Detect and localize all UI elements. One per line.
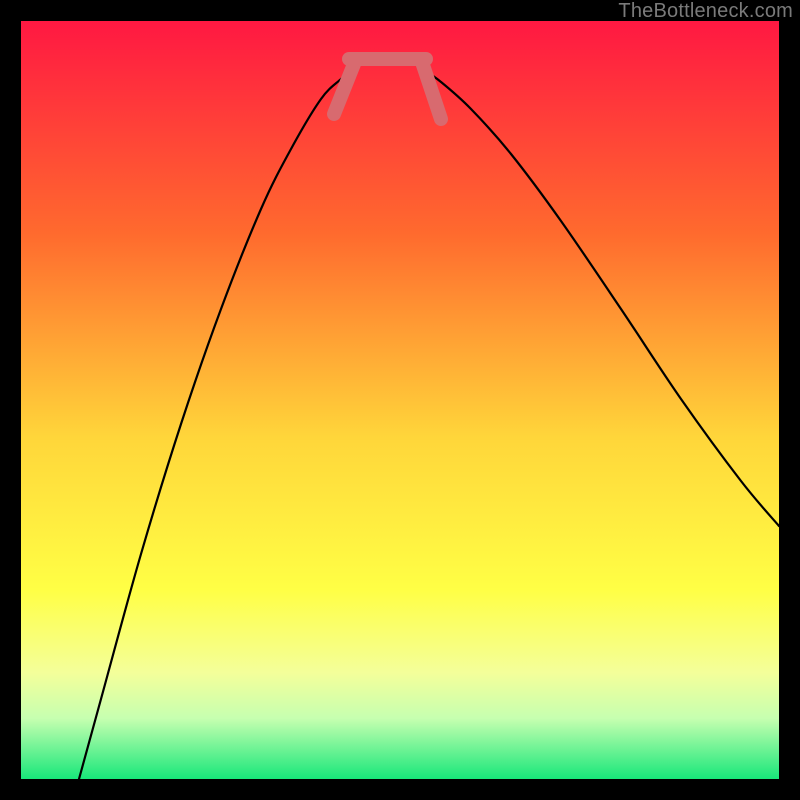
- chart-frame: TheBottleneck.com: [0, 0, 800, 800]
- watermark-text: TheBottleneck.com: [618, 0, 793, 23]
- plot-area: [21, 21, 779, 779]
- gradient-background: [21, 21, 779, 779]
- chart-svg: [21, 21, 779, 779]
